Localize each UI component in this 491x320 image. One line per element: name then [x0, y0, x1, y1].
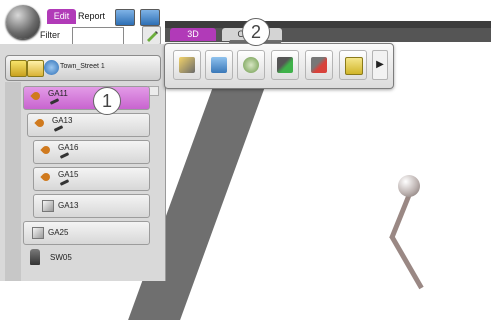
info-button[interactable]: [339, 50, 367, 80]
tab-edit[interactable]: Edit: [47, 9, 76, 24]
sensor-icon: [34, 117, 46, 129]
cube-icon: [32, 227, 44, 239]
tree-item-ga13-cube[interactable]: GA13: [33, 194, 150, 218]
refresh-icon[interactable]: [44, 60, 59, 75]
refresh-sensor-button[interactable]: [237, 50, 265, 80]
save-view-icon[interactable]: [140, 9, 160, 26]
wand-icon: [49, 98, 60, 105]
folder-edit-icon[interactable]: [10, 60, 27, 77]
viewport-arm-lower: [389, 234, 424, 290]
tree-item-ga16[interactable]: GA16: [33, 140, 150, 164]
pencil-button[interactable]: [173, 50, 201, 80]
tree-item-label: GA13: [58, 201, 79, 210]
tree-item-ga15[interactable]: GA15: [33, 167, 150, 191]
wand-icon: [59, 179, 70, 186]
tree-indent-rail: [5, 82, 21, 281]
wand-icon: [53, 125, 64, 132]
wand-icon: [59, 152, 70, 159]
viewport-ball-joint: [398, 175, 420, 197]
filter-pencil-icon[interactable]: [142, 26, 161, 45]
filter-label: Filter: [40, 30, 60, 40]
tree-item-label: GA15: [58, 170, 79, 179]
tab-report[interactable]: Report: [78, 9, 110, 24]
tree-item-ga13[interactable]: GA13: [27, 113, 150, 137]
location-label: Town_Street 1: [60, 63, 105, 70]
view-icon[interactable]: [115, 9, 135, 26]
export-button[interactable]: [205, 50, 233, 80]
app-menu-orb[interactable]: [6, 5, 40, 39]
filter-input[interactable]: [72, 27, 124, 45]
add-sensor-icon: [277, 57, 293, 73]
folder-open-icon[interactable]: [27, 60, 44, 77]
refresh-icon: [243, 57, 259, 73]
sensor-icon: [30, 90, 42, 102]
info-icon: [345, 57, 363, 75]
tree-item-sw05-label[interactable]: SW05: [50, 253, 72, 262]
callout-2: 2: [242, 18, 270, 46]
tree-item-label: GA16: [58, 143, 79, 152]
tree-item-label: GA13: [52, 116, 73, 125]
pencil-icon: [179, 57, 195, 73]
sensor-icon: [40, 171, 52, 183]
tree-item-label: GA25: [48, 228, 69, 237]
tab-3d[interactable]: 3D: [170, 28, 216, 41]
remove-sensor-button[interactable]: [305, 50, 333, 80]
callout-1: 1: [93, 87, 121, 115]
tree-item-ga25[interactable]: GA25: [23, 221, 150, 245]
cube-icon: [42, 200, 54, 212]
toolbar-more-button[interactable]: ▶: [372, 50, 388, 80]
export-icon: [211, 57, 227, 73]
viewport-arm-upper: [389, 193, 412, 240]
remove-sensor-icon: [311, 57, 327, 73]
switch-icon: [30, 249, 40, 265]
tree-item-label: GA11: [48, 89, 68, 98]
add-sensor-button[interactable]: [271, 50, 299, 80]
sensor-icon: [40, 144, 52, 156]
tree-item-ga11[interactable]: GA11: [23, 86, 150, 110]
